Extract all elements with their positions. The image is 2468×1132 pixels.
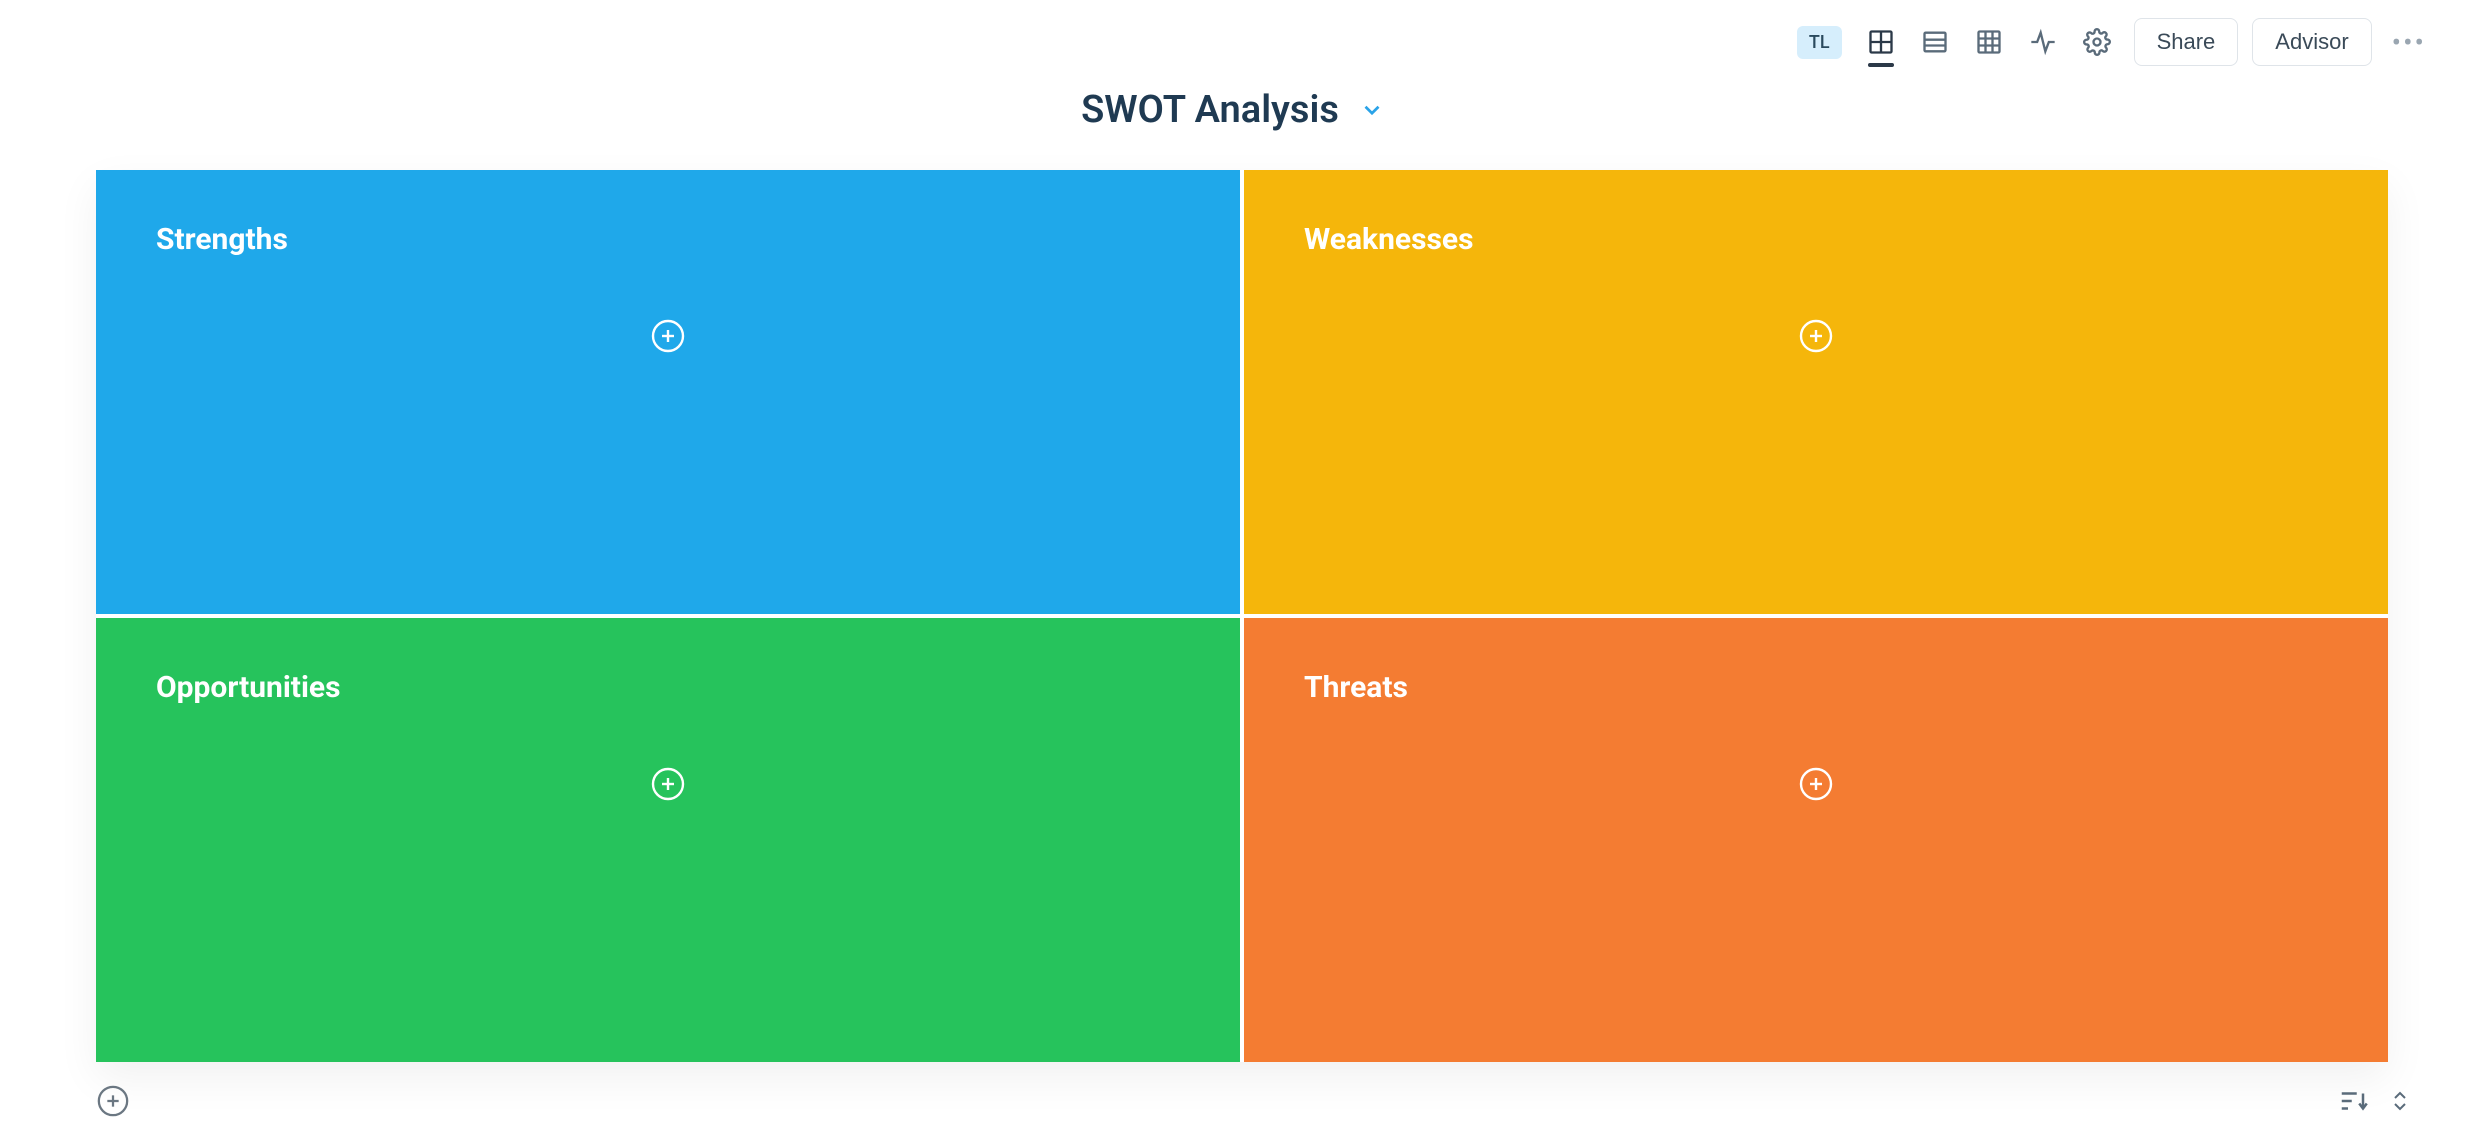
activity-icon[interactable] — [2028, 27, 2058, 57]
user-avatar-chip[interactable]: TL — [1797, 26, 1842, 59]
advisor-button[interactable]: Advisor — [2252, 18, 2371, 66]
add-section-icon[interactable] — [96, 1084, 130, 1118]
quadrant-threats[interactable]: Threats — [1244, 618, 2388, 1062]
quadrant-opportunities[interactable]: Opportunities — [96, 618, 1240, 1062]
list-view-icon[interactable] — [1920, 27, 1950, 57]
table-view-icon[interactable] — [1974, 27, 2004, 57]
add-item-weaknesses-icon[interactable] — [1798, 318, 1834, 354]
quadrant-title: Strengths — [156, 222, 1180, 257]
share-button[interactable]: Share — [2134, 18, 2239, 66]
sort-icon[interactable] — [2338, 1086, 2368, 1116]
expand-collapse-icon[interactable] — [2388, 1086, 2418, 1116]
quadrant-title: Weaknesses — [1304, 222, 2328, 257]
quadrant-weaknesses[interactable]: Weaknesses — [1244, 170, 2388, 614]
grid-2x2-view-icon[interactable] — [1866, 27, 1896, 57]
swot-board: Strengths Weaknesses Opportunities — [96, 170, 2388, 1062]
add-item-strengths-icon[interactable] — [650, 318, 686, 354]
page-title: SWOT Analysis — [1081, 88, 1339, 132]
add-item-opportunities-icon[interactable] — [650, 766, 686, 802]
settings-gear-icon[interactable] — [2082, 27, 2112, 57]
page-title-row: SWOT Analysis — [0, 88, 2468, 132]
quadrant-title: Threats — [1304, 670, 2328, 705]
bottom-toolbar — [96, 1084, 2418, 1118]
more-menu-icon[interactable]: ••• — [2386, 26, 2432, 59]
quadrant-title: Opportunities — [156, 670, 1180, 705]
title-dropdown-chevron-icon[interactable] — [1359, 96, 1387, 124]
add-item-threats-icon[interactable] — [1798, 766, 1834, 802]
quadrant-strengths[interactable]: Strengths — [96, 170, 1240, 614]
top-toolbar: TL — [1797, 18, 2432, 66]
view-mode-group — [1866, 27, 2112, 57]
